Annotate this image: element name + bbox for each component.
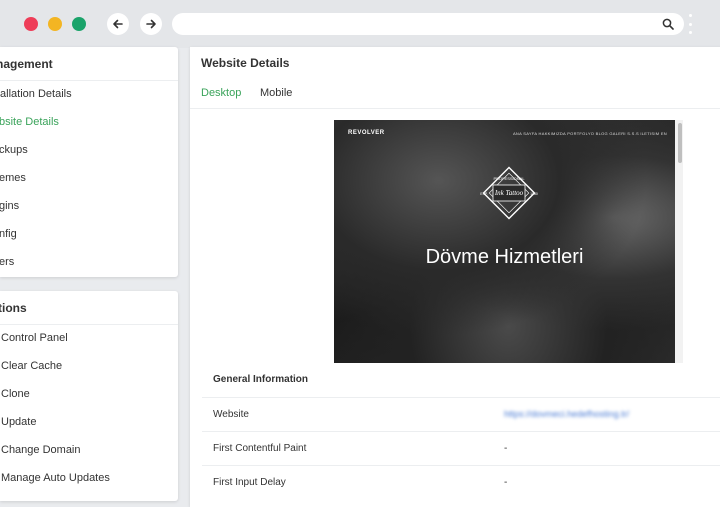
sidebar-item-label: ers xyxy=(0,256,15,268)
preview-brand: REVOLVER xyxy=(348,130,385,136)
tab-desktop[interactable]: Desktop xyxy=(201,87,241,99)
general-information-title: General Information xyxy=(213,374,309,385)
search-icon[interactable] xyxy=(662,18,674,30)
actions-title: tions xyxy=(0,301,27,315)
divider xyxy=(0,80,178,81)
back-button[interactable] xyxy=(107,13,129,35)
management-title: nagement xyxy=(0,57,53,71)
preview-menu: ANA SAYFA HAKKIMIZDA PORTFOLYO BLOG GALE… xyxy=(512,131,667,136)
actions-panel: tions Control Panel Clear Cache Clone Up… xyxy=(0,291,178,501)
sidebar-item-label: emes xyxy=(0,172,26,184)
preview-heading: Dövme Hizmetleri xyxy=(425,246,584,268)
svg-text:Ink Tattoo: Ink Tattoo xyxy=(494,189,524,197)
info-value-first-contentful-paint: - xyxy=(504,443,508,454)
scrollbar-thumb[interactable] xyxy=(678,123,682,163)
action-label: Change Domain xyxy=(1,444,81,456)
divider xyxy=(0,324,178,325)
info-label-first-input-delay: First Input Delay xyxy=(213,477,286,488)
window-close-button[interactable] xyxy=(24,17,38,31)
tab-mobile[interactable]: Mobile xyxy=(260,87,292,99)
website-details-panel: Website Details Desktop Mobile REVOLVER … xyxy=(190,47,720,507)
tabs-divider xyxy=(190,108,720,109)
forward-button[interactable] xyxy=(140,13,162,35)
arrow-left-icon xyxy=(113,19,123,29)
info-label-website: Website xyxy=(213,409,249,420)
action-label: Control Panel xyxy=(1,332,68,344)
sidebar-item-label: tallation Details xyxy=(0,88,72,100)
window-minimize-button[interactable] xyxy=(48,17,62,31)
sidebar-item-label: nfig xyxy=(0,228,17,240)
sidebar-item-label: ckups xyxy=(0,144,28,156)
kebab-menu-icon[interactable] xyxy=(689,14,693,34)
management-panel: nagement tallation Details bsite Details… xyxy=(0,47,178,277)
action-label: Manage Auto Updates xyxy=(1,472,110,484)
window-maximize-button[interactable] xyxy=(72,17,86,31)
action-label: Clone xyxy=(1,388,30,400)
action-label: Clear Cache xyxy=(1,360,63,372)
website-preview: REVOLVER ANA SAYFA HAKKIMIZDA PORTFOLYO … xyxy=(334,120,683,363)
address-bar[interactable] xyxy=(172,13,684,35)
sidebar-item-label: gins xyxy=(0,200,20,212)
svg-text:ESP.: ESP. xyxy=(480,192,488,196)
sidebar-item-label: bsite Details xyxy=(0,116,59,128)
page-title: Website Details xyxy=(201,56,290,70)
action-label: Update xyxy=(1,416,37,428)
arrow-right-icon xyxy=(146,19,156,29)
info-value-first-input-delay: - xyxy=(504,477,508,488)
website-url-link[interactable]: https://dovmeci.hedefhosting.tr/ xyxy=(504,409,629,419)
divider xyxy=(202,397,720,398)
preview-scrollbar[interactable] xyxy=(675,120,683,363)
preview-background-photo xyxy=(334,120,683,363)
info-label-first-contentful-paint: First Contentful Paint xyxy=(213,443,307,454)
divider xyxy=(202,465,720,466)
svg-text:PROFESSIONAL: PROFESSIONAL xyxy=(493,176,525,181)
svg-text:1980: 1980 xyxy=(530,192,538,196)
tattoo-logo-icon: PROFESSIONAL Ink Tattoo ESP. 1980 xyxy=(480,166,538,220)
browser-toolbar xyxy=(0,0,720,48)
divider xyxy=(202,431,720,432)
